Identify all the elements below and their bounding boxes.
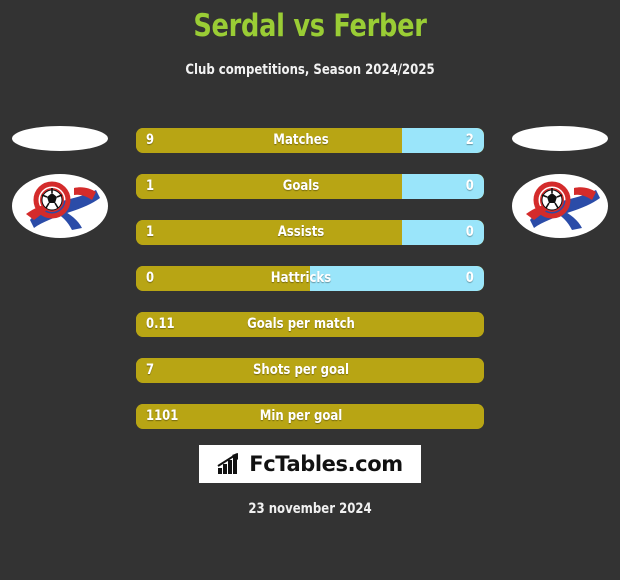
brand-text: FcTables.com: [249, 452, 403, 476]
club-crest-left: [12, 126, 108, 238]
value-away-hattricks: 0: [465, 270, 474, 286]
value-home-min-per-goal: 1101: [146, 408, 179, 424]
brand-inner: FcTables.com: [217, 452, 403, 476]
stat-comparison-infographic: Serdal vs Ferber Club competitions, Seas…: [0, 0, 620, 580]
bar-home-goals-per-match: [136, 312, 484, 337]
bar-home-goals: [136, 174, 403, 199]
crest-top-ellipse: [12, 126, 108, 151]
value-home-goals: 1: [146, 178, 155, 194]
value-home-assists: 1: [146, 224, 155, 240]
value-away-goals: 0: [465, 178, 474, 194]
stat-row-goals: 1 Goals 0: [136, 174, 484, 199]
crest-top-ellipse: [512, 126, 608, 151]
stat-rows: 9 Matches 2 1 Goals 0 1 Assists 0 0 Hatt…: [136, 128, 484, 450]
stat-row-shots-per-goal: 7 Shots per goal: [136, 358, 484, 383]
club-crest-right: [512, 126, 608, 238]
bar-home-min-per-goal: [136, 404, 484, 429]
value-away-matches: 2: [465, 132, 474, 148]
bar-away-hattricks: [310, 266, 484, 291]
value-home-matches: 9: [146, 132, 155, 148]
page-subtitle: Club competitions, Season 2024/2025: [185, 62, 435, 78]
crest-artwork-left: [26, 181, 100, 230]
bar-home-hattricks: [136, 266, 310, 291]
value-away-assists: 0: [465, 224, 474, 240]
crest-artwork-right: [526, 181, 600, 230]
crest-badge-left: [12, 174, 108, 238]
bar-home-assists: [136, 220, 403, 245]
value-home-shots-per-goal: 7: [146, 362, 155, 378]
stat-row-matches: 9 Matches 2: [136, 128, 484, 153]
stat-row-hattricks: 0 Hattricks 0: [136, 266, 484, 291]
value-home-goals-per-match: 0.11: [146, 316, 175, 332]
page-title: Serdal vs Ferber: [193, 8, 427, 44]
stat-row-goals-per-match: 0.11 Goals per match: [136, 312, 484, 337]
bar-home-matches: [136, 128, 403, 153]
stat-row-min-per-goal: 1101 Min per goal: [136, 404, 484, 429]
stat-row-assists: 1 Assists 0: [136, 220, 484, 245]
footer-date: 23 november 2024: [248, 501, 372, 517]
bar-chart-up-icon: [217, 453, 239, 474]
crest-badge-right: [512, 174, 608, 238]
value-home-hattricks: 0: [146, 270, 155, 286]
brand-logo[interactable]: FcTables.com: [199, 445, 421, 483]
bar-home-shots-per-goal: [136, 358, 484, 383]
